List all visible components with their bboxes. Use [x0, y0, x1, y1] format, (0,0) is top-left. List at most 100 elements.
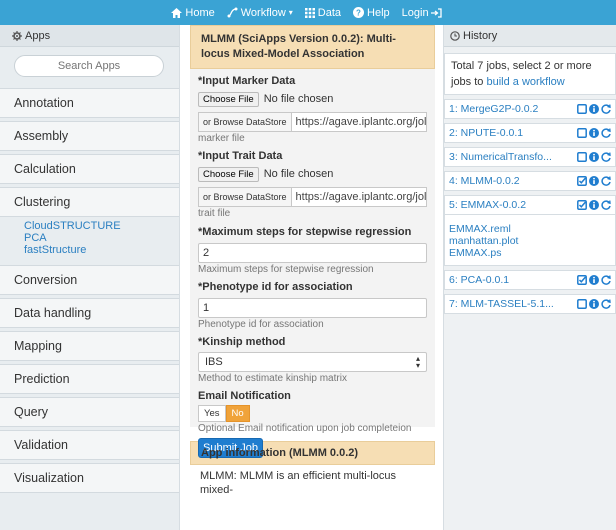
- category-data-handling[interactable]: Data handling: [0, 298, 179, 328]
- info-icon[interactable]: [589, 128, 599, 138]
- history-job-name[interactable]: 4: MLMM-0.0.2: [449, 175, 520, 187]
- nav-help[interactable]: ? Help: [353, 7, 390, 19]
- marker-browse-row: or Browse DataStore https://agave.iplant…: [198, 112, 427, 132]
- clock-icon: [450, 30, 460, 41]
- history-job-name[interactable]: 5: EMMAX-0.0.2: [449, 199, 526, 211]
- history-job-name[interactable]: 7: MLM-TASSEL-5.1...: [449, 298, 554, 310]
- history-job-actions: [577, 128, 611, 138]
- category-query[interactable]: Query: [0, 397, 179, 427]
- refresh-icon[interactable]: [601, 128, 611, 138]
- history-panel: History Total 7 jobs, select 2 or more j…: [443, 25, 616, 530]
- marker-help: marker file: [198, 133, 245, 144]
- category-label: Validation: [14, 438, 68, 452]
- nav-workflow[interactable]: Workflow ▾: [227, 7, 293, 19]
- phenotype-input[interactable]: 1: [198, 298, 427, 318]
- question-circle-icon: ?: [353, 7, 365, 18]
- marker-choose-file-button[interactable]: Choose File: [198, 91, 259, 107]
- job-output-link[interactable]: manhattan.plot: [449, 235, 611, 247]
- trait-choose-file-button[interactable]: Choose File: [198, 166, 259, 182]
- app-link-pca[interactable]: PCA: [24, 232, 179, 244]
- select-arrows-icon: ▴ ▾: [415, 354, 420, 370]
- history-job-row: 2: NPUTE-0.0.1: [444, 123, 616, 143]
- info-icon[interactable]: [589, 299, 599, 309]
- steps-input[interactable]: 2: [198, 243, 427, 263]
- category-visualization[interactable]: Visualization: [0, 463, 179, 493]
- job-output-link[interactable]: EMMAX.ps: [449, 247, 611, 259]
- nav-workflow-label: Workflow: [240, 6, 286, 19]
- email-yes-option[interactable]: Yes: [198, 405, 226, 422]
- trait-browse-datastore-button[interactable]: or Browse DataStore: [198, 187, 292, 207]
- top-navbar: Home Workflow ▾ Data ? Help Login: [0, 0, 616, 25]
- refresh-icon[interactable]: [601, 275, 611, 285]
- refresh-icon[interactable]: [601, 200, 611, 210]
- trait-file-row: Choose File No file chosen: [198, 164, 427, 184]
- nav-home[interactable]: Home: [171, 7, 215, 19]
- info-icon[interactable]: [589, 176, 599, 186]
- checked-checkbox-icon[interactable]: [577, 275, 587, 285]
- trait-url-input[interactable]: https://agave.iplantc.org/jol: [291, 187, 427, 207]
- history-job-actions: [577, 152, 611, 162]
- category-clustering[interactable]: Clustering: [0, 187, 179, 217]
- job-list: 1: MergeG2P-0.0.2 2: NPUTE-0.0.1 3: Numeri…: [444, 99, 616, 314]
- kinship-select[interactable]: IBS ▴ ▾: [198, 352, 427, 372]
- checkbox-icon[interactable]: [577, 128, 587, 138]
- email-toggle: Yes No: [198, 405, 427, 422]
- checkbox-icon[interactable]: [577, 104, 587, 114]
- marker-label: *Input Marker Data: [198, 75, 296, 87]
- checkbox-icon[interactable]: [577, 299, 587, 309]
- nav-login[interactable]: Login: [402, 7, 445, 19]
- history-job-name[interactable]: 1: MergeG2P-0.0.2: [449, 103, 538, 115]
- form-body: *Input Marker Data Choose File No file c…: [190, 69, 435, 458]
- checked-checkbox-icon[interactable]: [577, 176, 587, 186]
- info-icon[interactable]: [589, 200, 599, 210]
- search-wrap: [0, 47, 179, 85]
- kinship-selected-value: IBS: [205, 356, 223, 368]
- info-icon[interactable]: [589, 104, 599, 114]
- category-mapping[interactable]: Mapping: [0, 331, 179, 361]
- refresh-icon[interactable]: [601, 176, 611, 186]
- app-form-panel: MLMM (SciApps Version 0.0.2): Multi-locu…: [190, 25, 435, 530]
- nav-data[interactable]: Data: [304, 7, 341, 19]
- apps-header: Apps: [0, 25, 179, 47]
- email-label: Email Notification: [198, 390, 291, 402]
- checked-checkbox-icon[interactable]: [577, 200, 587, 210]
- history-job-name[interactable]: 6: PCA-0.0.1: [449, 274, 509, 286]
- kinship-label: *Kinship method: [198, 336, 286, 348]
- app-link-faststructure[interactable]: fastStructure: [24, 244, 179, 256]
- history-job-name[interactable]: 2: NPUTE-0.0.1: [449, 127, 523, 139]
- category-calculation[interactable]: Calculation: [0, 154, 179, 184]
- email-no-option[interactable]: No: [225, 405, 250, 422]
- history-job-row: 5: EMMAX-0.0.2: [444, 195, 616, 215]
- refresh-icon[interactable]: [601, 299, 611, 309]
- job-output-link[interactable]: EMMAX.reml: [449, 223, 611, 235]
- category-label: Visualization: [14, 471, 84, 485]
- apps-sidebar: Apps Annotation Assembly Calculation Clu…: [0, 25, 180, 530]
- history-job-row: 1: MergeG2P-0.0.2: [444, 99, 616, 119]
- info-icon[interactable]: [589, 275, 599, 285]
- info-icon[interactable]: [589, 152, 599, 162]
- search-apps-input[interactable]: [14, 55, 164, 77]
- category-label: Query: [14, 405, 49, 419]
- nav-login-label: Login: [401, 6, 429, 19]
- refresh-icon[interactable]: [601, 152, 611, 162]
- history-job-actions: [577, 299, 611, 309]
- category-label: Annotation: [14, 96, 74, 110]
- category-assembly[interactable]: Assembly: [0, 121, 179, 151]
- history-title: History: [463, 29, 498, 42]
- build-workflow-link[interactable]: build a workflow: [486, 76, 564, 88]
- history-job-name[interactable]: 3: NumericalTransfo...: [449, 151, 552, 163]
- checkbox-icon[interactable]: [577, 152, 587, 162]
- category-validation[interactable]: Validation: [0, 430, 179, 460]
- category-conversion[interactable]: Conversion: [0, 265, 179, 295]
- marker-file-row: Choose File No file chosen: [198, 89, 427, 109]
- category-prediction[interactable]: Prediction: [0, 364, 179, 394]
- category-annotation[interactable]: Annotation: [0, 88, 179, 118]
- marker-url-input[interactable]: https://agave.iplantc.org/jol: [291, 112, 427, 132]
- marker-browse-datastore-button[interactable]: or Browse DataStore: [198, 112, 292, 132]
- refresh-icon[interactable]: [601, 104, 611, 114]
- app-link-cloudstructure[interactable]: CloudSTRUCTURE: [24, 220, 179, 232]
- category-label: Clustering: [14, 195, 71, 209]
- history-job-actions: [577, 200, 611, 210]
- trait-label: *Input Trait Data: [198, 150, 283, 162]
- workflow-icon: [227, 7, 238, 18]
